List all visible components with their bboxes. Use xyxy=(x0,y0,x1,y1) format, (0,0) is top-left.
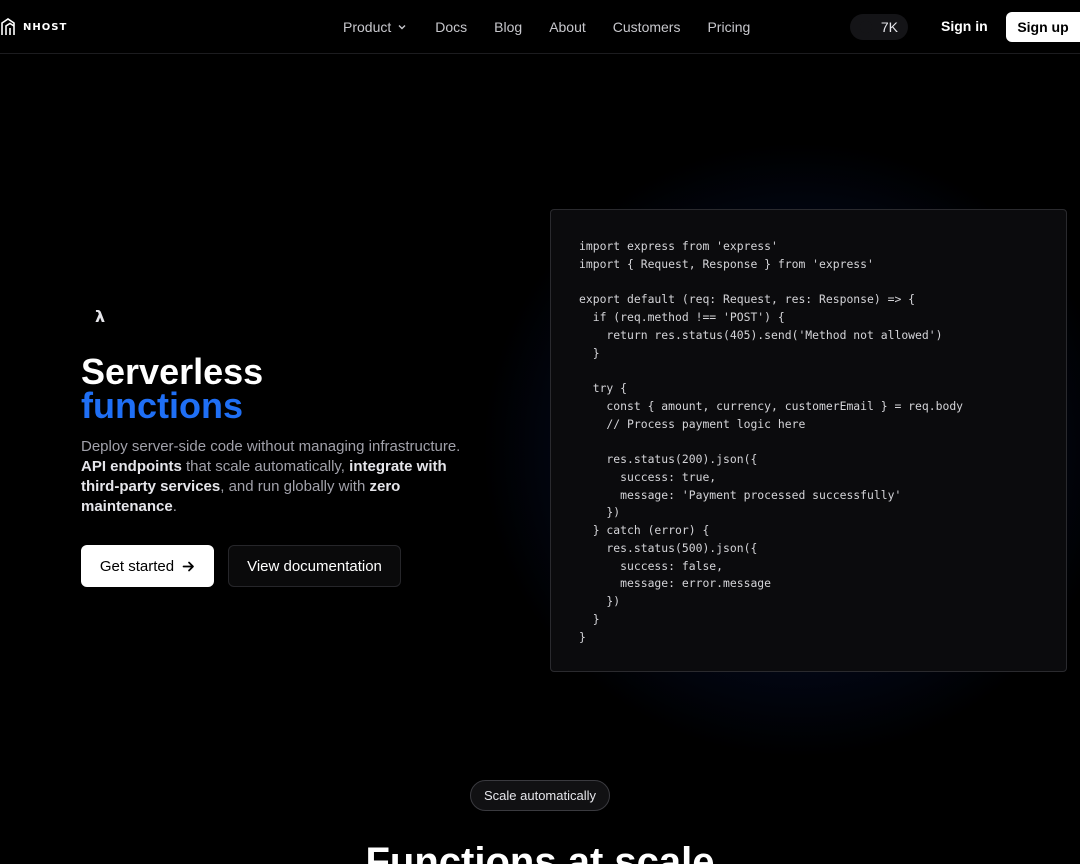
arrow-right-icon xyxy=(182,561,194,571)
nav-docs[interactable]: Docs xyxy=(435,19,467,35)
github-icon xyxy=(859,20,873,34)
hero-description: Deploy server-side code without managing… xyxy=(81,437,471,517)
github-stars-button[interactable]: 7K xyxy=(850,14,908,40)
nav-pricing[interactable]: Pricing xyxy=(707,19,750,35)
github-stars-count: 7K xyxy=(880,19,898,35)
desc-text-3: , and run globally with xyxy=(220,478,370,495)
scale-automatically-badge: Scale automatically xyxy=(470,780,610,811)
sign-up-button[interactable]: Sign up xyxy=(1006,12,1080,42)
view-documentation-button[interactable]: View documentation xyxy=(228,545,401,587)
nav-product[interactable]: Product xyxy=(343,19,407,35)
nhost-logo-icon xyxy=(1,18,15,35)
desc-text-1: Deploy server-side code without managing… xyxy=(81,438,461,455)
hero-title-accent: functions xyxy=(81,385,243,426)
logo[interactable]: NHOST xyxy=(0,17,67,37)
lambda-icon: λ xyxy=(94,306,106,326)
logo-text: NHOST xyxy=(23,21,68,33)
desc-bold-api-endpoints: API endpoints xyxy=(81,458,182,475)
desc-text-2: that scale automatically, xyxy=(181,458,350,475)
chevron-down-icon xyxy=(398,25,406,30)
section-title: Functions at scale xyxy=(365,840,715,864)
get-started-button[interactable]: Get started xyxy=(81,545,214,587)
nav-product-label: Product xyxy=(343,19,392,35)
main-nav: Product Docs Blog About Customers Pricin… xyxy=(343,0,750,54)
desc-text-4: . xyxy=(172,498,177,515)
code-sample: import express from 'express' import { R… xyxy=(579,239,964,644)
nav-blog[interactable]: Blog xyxy=(494,19,522,35)
sign-in-link[interactable]: Sign in xyxy=(941,18,988,34)
site-header: NHOST Product Docs Blog About Customers … xyxy=(0,0,1080,54)
get-started-label: Get started xyxy=(99,557,175,575)
code-card: import express from 'express' import { R… xyxy=(550,209,1067,672)
nav-customers[interactable]: Customers xyxy=(613,19,681,35)
nav-about[interactable]: About xyxy=(549,19,586,35)
page: NHOST Product Docs Blog About Customers … xyxy=(0,0,1080,864)
